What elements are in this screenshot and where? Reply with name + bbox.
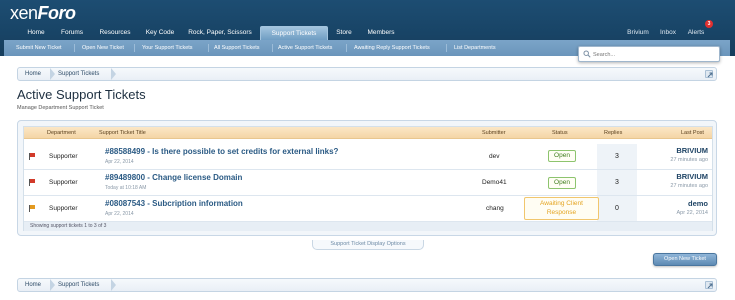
last-post-time[interactable]: Apr 22, 2014 bbox=[628, 210, 709, 216]
department: Supporter bbox=[49, 205, 78, 212]
last-post-user[interactable]: BRIVIUM bbox=[628, 146, 708, 155]
breadcrumb-support-tickets[interactable]: Support Tickets bbox=[58, 68, 99, 80]
flag-icon bbox=[29, 153, 35, 160]
page-title: Active Support Tickets bbox=[17, 87, 146, 102]
table-row[interactable]: Supporter #08087543 - Subcription inform… bbox=[24, 196, 712, 222]
ticket-title-link[interactable]: #08087543 - Subcription information bbox=[105, 199, 243, 208]
department: Supporter bbox=[49, 179, 78, 186]
table-row[interactable]: Supporter #88588499 - Is there possible … bbox=[24, 144, 712, 170]
tab-forums[interactable]: Forums bbox=[54, 26, 90, 40]
search-input[interactable] bbox=[593, 49, 713, 60]
col-title[interactable]: Support Ticket Title bbox=[99, 127, 146, 139]
pagination-summary: Showing support tickets 1 to 3 of 3 bbox=[24, 222, 712, 231]
subnav-active-support-tickets[interactable]: Active Support Tickets bbox=[278, 40, 332, 56]
tab-store[interactable]: Store bbox=[328, 26, 360, 40]
breadcrumb-top: Home Support Tickets bbox=[17, 67, 717, 81]
open-new-ticket-button[interactable]: Open New Ticket bbox=[653, 253, 717, 266]
subnav-your-support-tickets[interactable]: Your Support Tickets bbox=[142, 40, 193, 56]
display-options-toggle[interactable]: Support Ticket Display Options bbox=[312, 240, 424, 250]
nav-account-brivium[interactable]: Brivium bbox=[622, 26, 654, 40]
search-box[interactable] bbox=[578, 46, 720, 62]
site-logo[interactable]: xenForo bbox=[10, 3, 76, 24]
nav-inbox[interactable]: Inbox bbox=[656, 26, 680, 40]
last-post-user[interactable]: demo bbox=[628, 199, 708, 208]
tab-support-tickets[interactable]: Support Tickets bbox=[260, 26, 328, 40]
subnav-submit-new-ticket[interactable]: Submit New Ticket bbox=[16, 40, 62, 56]
tab-resources[interactable]: Resources bbox=[90, 26, 140, 40]
breadcrumb-home[interactable]: Home bbox=[25, 68, 41, 80]
table-header: Department Support Ticket Title Submitte… bbox=[24, 127, 712, 139]
jump-to-icon[interactable] bbox=[705, 281, 713, 289]
last-post-time[interactable]: 27 minutes ago bbox=[628, 157, 708, 163]
nav-alerts[interactable]: Alerts bbox=[682, 26, 710, 40]
tab-rock-paper-scissors[interactable]: Rock, Paper, Scissors bbox=[180, 26, 260, 40]
ticket-title-link[interactable]: #88588499 - Is there possible to set cre… bbox=[105, 147, 338, 156]
ticket-date: Apr 22, 2014 bbox=[105, 159, 134, 165]
tab-home[interactable]: Home bbox=[18, 26, 54, 40]
col-submitter[interactable]: Submitter bbox=[482, 127, 506, 139]
breadcrumb-bottom: Home Support Tickets bbox=[17, 278, 717, 292]
flag-icon bbox=[29, 179, 35, 186]
department: Supporter bbox=[49, 153, 78, 160]
tab-key-code[interactable]: Key Code bbox=[140, 26, 180, 40]
search-icon bbox=[583, 50, 591, 58]
col-status[interactable]: Status bbox=[552, 127, 568, 139]
subnav-awaiting-reply-tickets[interactable]: Awaiting Reply Support Tickets bbox=[354, 40, 430, 56]
ticket-table: Department Support Ticket Title Submitte… bbox=[23, 126, 713, 231]
submitter-link[interactable]: Demo41 bbox=[482, 179, 507, 186]
submitter-link[interactable]: chang bbox=[486, 205, 504, 212]
flag-icon bbox=[29, 205, 35, 212]
page-description: Manage Department Support Ticket bbox=[17, 105, 104, 111]
status-badge: Awaiting Client Response bbox=[524, 197, 599, 220]
last-post-user[interactable]: BRIVIUM bbox=[628, 172, 708, 181]
col-replies[interactable]: Replies bbox=[604, 127, 622, 139]
breadcrumb-home[interactable]: Home bbox=[25, 279, 41, 291]
alerts-count-badge: 3 bbox=[705, 20, 713, 28]
submitter-link[interactable]: dev bbox=[489, 153, 499, 160]
status-badge: Open bbox=[548, 177, 576, 189]
ticket-date: Today at 10:18 AM bbox=[105, 185, 147, 191]
col-last-post[interactable]: Last Post bbox=[681, 127, 704, 139]
subnav-all-support-tickets[interactable]: All Support Tickets bbox=[214, 40, 260, 56]
last-post-time[interactable]: 27 minutes ago bbox=[628, 183, 708, 189]
subnav-list-departments[interactable]: List Departments bbox=[454, 40, 496, 56]
breadcrumb-support-tickets[interactable]: Support Tickets bbox=[58, 279, 99, 291]
jump-to-icon[interactable] bbox=[705, 70, 713, 78]
status-badge: Open bbox=[548, 150, 576, 162]
tab-members[interactable]: Members bbox=[360, 26, 402, 40]
subnav-open-new-ticket[interactable]: Open New Ticket bbox=[82, 40, 124, 56]
ticket-title-link[interactable]: #89489800 - Change license Domain bbox=[105, 173, 242, 182]
table-row[interactable]: Supporter #89489800 - Change license Dom… bbox=[24, 170, 712, 196]
ticket-date: Apr 22, 2014 bbox=[105, 211, 134, 217]
ticket-list-container: Department Support Ticket Title Submitte… bbox=[17, 120, 717, 236]
nav-tabs: Home Forums Resources Key Code Rock, Pap… bbox=[14, 26, 730, 40]
showing-count-text: Showing support tickets 1 to 3 of 3 bbox=[30, 223, 107, 229]
col-department[interactable]: Department bbox=[47, 127, 76, 139]
